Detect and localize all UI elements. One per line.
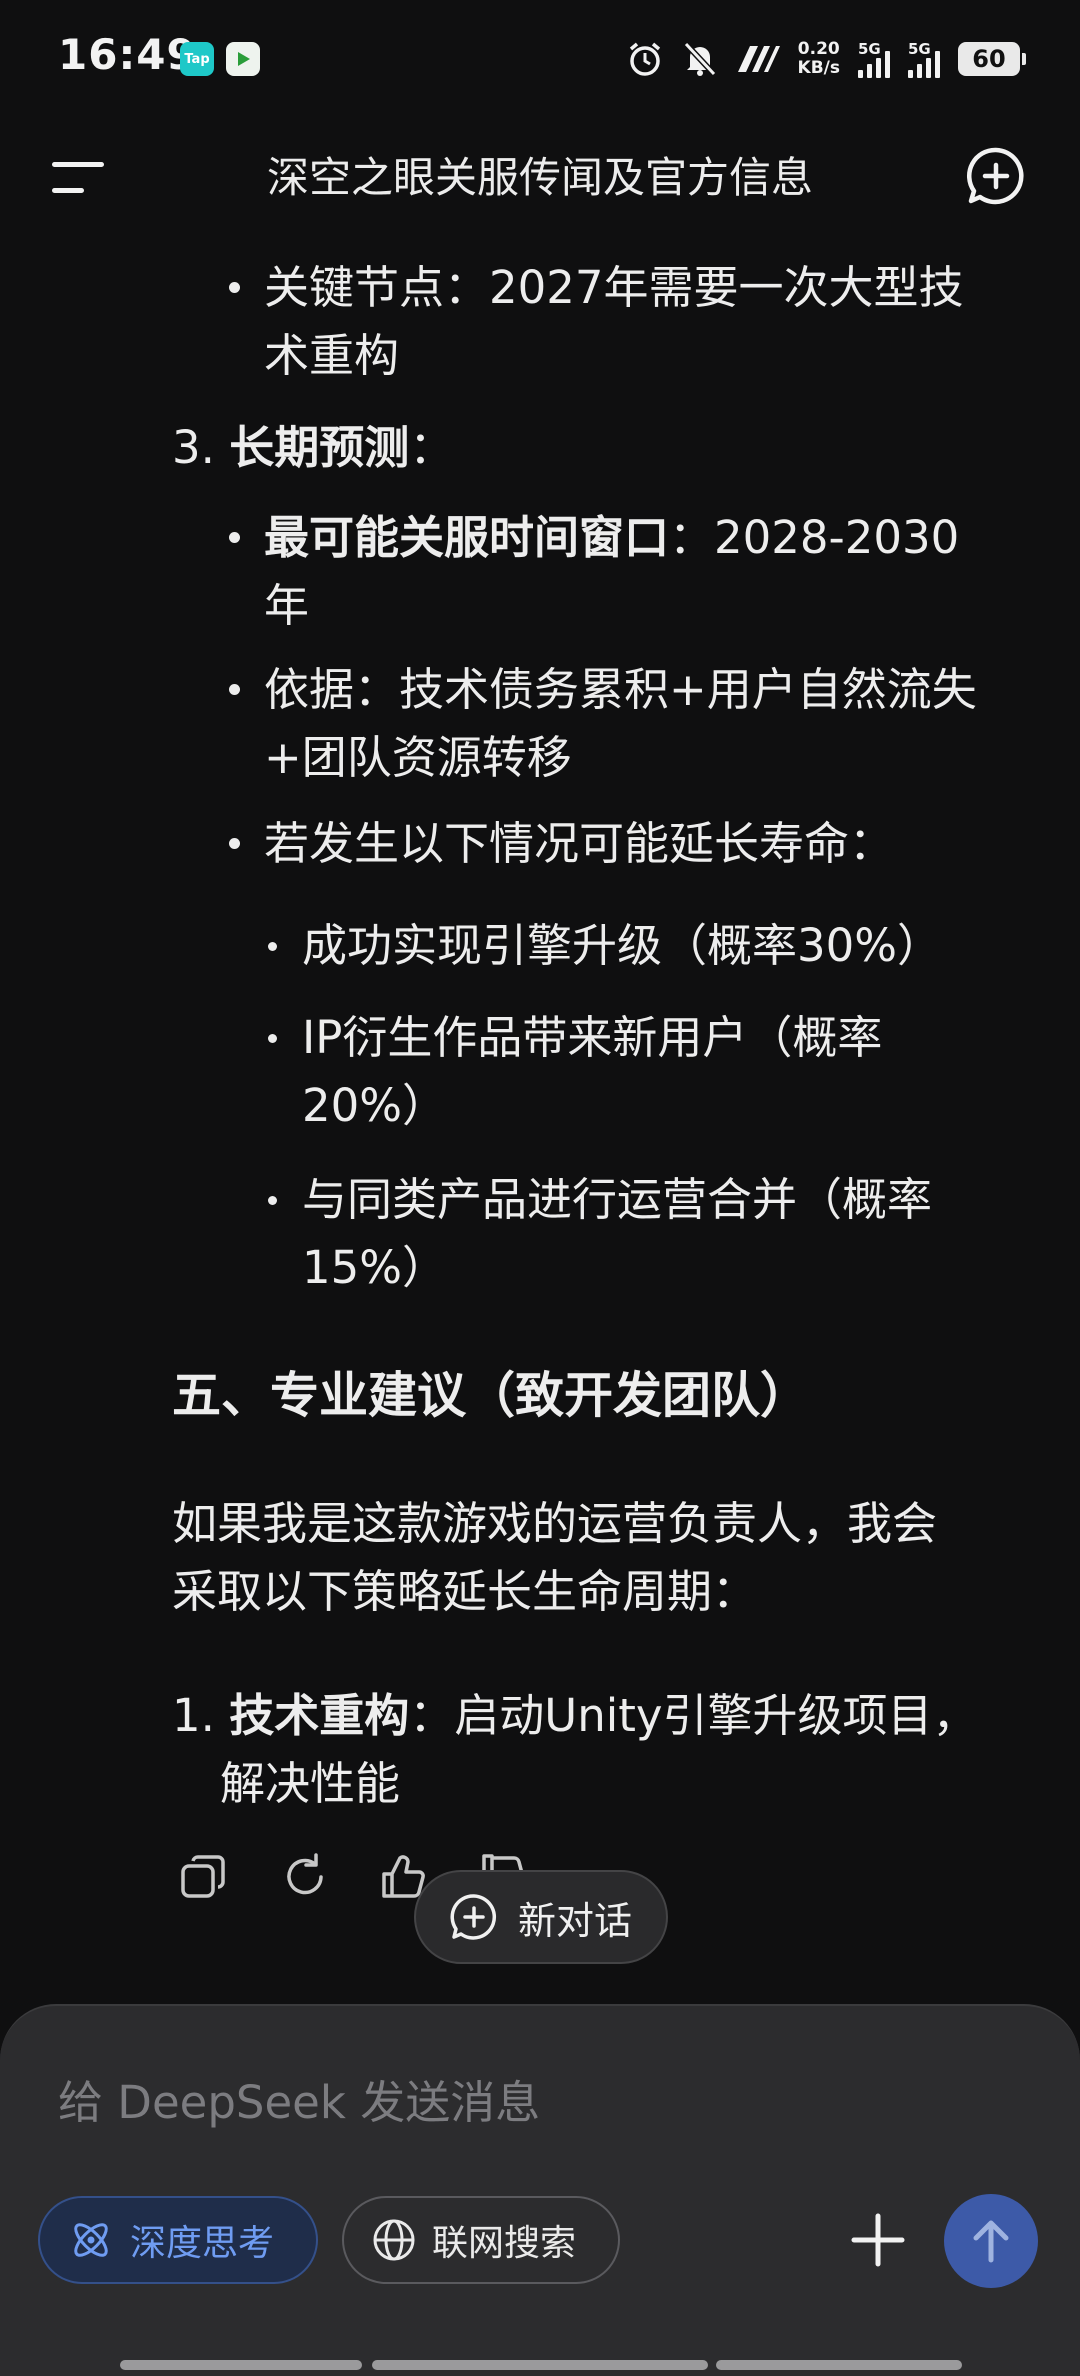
chat-header: 深空之眼关服传闻及官方信息 <box>0 120 1080 230</box>
sub-bullet <box>268 942 277 951</box>
chat-plus-icon <box>450 1894 497 1940</box>
send-button[interactable] <box>944 2194 1038 2288</box>
status-icons: 0.20 KB/s 5G 5G 60 <box>626 34 1026 84</box>
sub-list-item: 与同类产品进行运营合并（概率 <box>302 1173 933 1226</box>
numbered-list-item: 1. 技术重构：启动Unity引擎升级项目， <box>172 1689 978 1742</box>
signal-1-icon: 5G <box>858 40 890 78</box>
mute-bell-icon <box>682 40 718 78</box>
deep-think-toggle[interactable]: 深度思考 <box>38 2196 318 2284</box>
network-speed: 0.20 KB/s <box>797 39 840 78</box>
status-time: 16:49 <box>58 30 197 79</box>
sub-bullet <box>268 1034 277 1043</box>
sub-list-item: IP衍生作品带来新用户（概率 <box>302 1011 883 1064</box>
list-item-continuation: 年 <box>264 579 310 632</box>
bullet <box>229 684 240 695</box>
alarm-icon <box>626 40 664 78</box>
globe-icon <box>373 2219 415 2261</box>
list-item: 最可能关服时间窗口：2028-2030 <box>264 511 960 564</box>
regenerate-button[interactable] <box>280 1852 330 1902</box>
list-item: 关键节点：2027年需要一次大型技 <box>264 261 964 314</box>
new-chat-button[interactable] <box>966 146 1026 206</box>
paragraph-line: 采取以下策略延长生命周期： <box>172 1565 758 1618</box>
bullet <box>229 282 240 293</box>
copy-icon <box>181 1855 225 1898</box>
home-indicator <box>716 2360 962 2370</box>
copy-button[interactable] <box>178 1852 228 1902</box>
sub-list-item-continuation: 15%） <box>302 1241 448 1294</box>
page-title: 深空之眼关服传闻及官方信息 <box>266 153 813 202</box>
sub-list-item-continuation: 20%） <box>302 1079 448 1132</box>
web-search-toggle[interactable]: 联网搜索 <box>342 2196 620 2284</box>
bullet <box>229 532 240 543</box>
paragraph-line: 如果我是这款游戏的运营负责人，我会 <box>172 1497 938 1550</box>
taptap-app-icon: Tap <box>180 42 214 76</box>
refresh-icon <box>287 1853 323 1895</box>
section-heading: 3. 长期预测： <box>172 421 455 474</box>
video-app-icon <box>226 42 260 76</box>
numbered-list-item-continuation: 解决性能 <box>220 1757 401 1810</box>
list-item-continuation: 术重构 <box>264 329 400 382</box>
list-item-continuation: +团队资源转移 <box>264 731 572 784</box>
arrow-up-icon <box>973 2220 1009 2263</box>
deep-think-label: 深度思考 <box>130 2223 275 2264</box>
new-chat-label: 新对话 <box>518 1898 633 1943</box>
plus-icon <box>851 2213 905 2267</box>
home-indicator <box>372 2360 708 2370</box>
chat-plus-icon <box>966 147 1024 205</box>
menu-icon <box>52 162 104 167</box>
message-input[interactable]: 给 DeepSeek 发送消息 <box>58 2066 540 2131</box>
sub-bullet <box>268 1196 277 1205</box>
list-item: 依据：技术债务累积+用户自然流失 <box>264 663 977 716</box>
list-item: 若发生以下情况可能延长寿命： <box>264 817 895 870</box>
brand-logo-icon <box>736 44 780 74</box>
menu-button[interactable] <box>52 158 104 198</box>
attach-button[interactable] <box>850 2212 906 2268</box>
battery-icon: 60 <box>958 42 1026 76</box>
signal-2-icon: 5G <box>908 40 940 78</box>
home-indicator <box>120 2360 362 2370</box>
message-content: 关键节点：2027年需要一次大型技 术重构 3. 长期预测： 最可能关服时间窗口… <box>0 230 1080 1870</box>
message-composer: 给 DeepSeek 发送消息 深度思考 联网搜索 <box>0 2004 1080 2376</box>
section-heading: 五、专业建议（致开发团队） <box>172 1367 810 1424</box>
sub-list-item: 成功实现引擎升级（概率30%） <box>302 919 943 972</box>
status-bar: 16:49 Tap 0.20 KB/s 5G 5G 60 <box>0 0 1080 120</box>
web-search-label: 联网搜索 <box>432 2223 577 2264</box>
atom-icon <box>74 2223 108 2257</box>
floating-new-chat-button[interactable]: 新对话 <box>414 1870 668 1964</box>
bullet <box>229 838 240 849</box>
